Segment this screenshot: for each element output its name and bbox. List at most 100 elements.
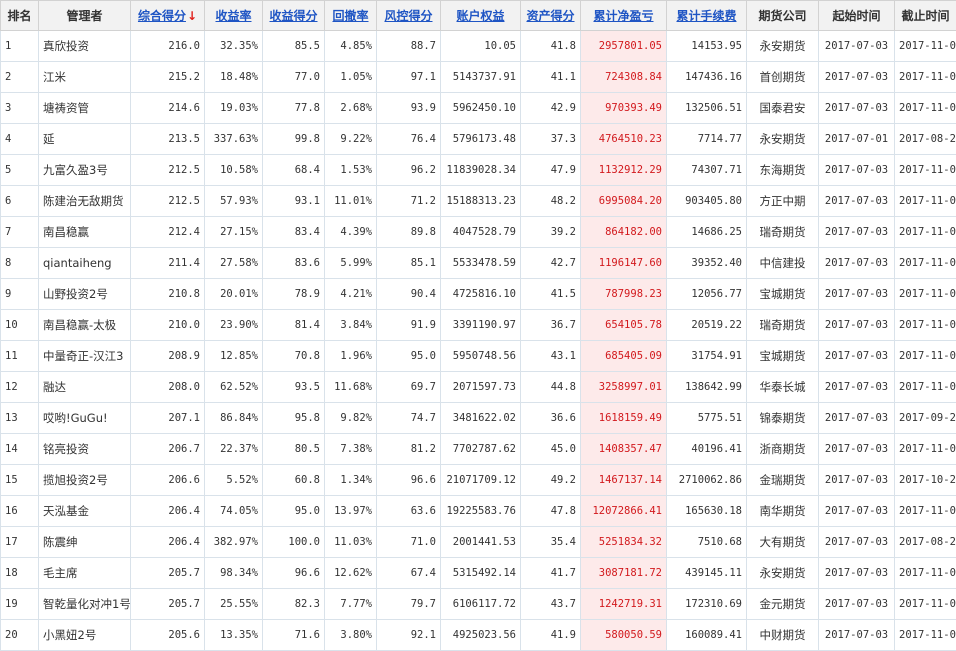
table-row: 4延213.5337.63%99.89.22%76.45796173.4837.… — [1, 124, 956, 155]
cell-manager[interactable]: 小黑妞2号 — [39, 620, 131, 651]
cell-rank: 7 — [1, 217, 39, 248]
cell-composite-score: 205.7 — [131, 558, 205, 589]
cell-fees: 14686.25 — [667, 217, 747, 248]
cell-manager[interactable]: 揽旭投资2号 — [39, 465, 131, 496]
cell-manager[interactable]: 天泓基金 — [39, 496, 131, 527]
cell-end-date: 2017-11-08 — [895, 496, 956, 527]
cell-drawdown: 1.53% — [325, 155, 377, 186]
cell-fees: 172310.69 — [667, 589, 747, 620]
cell-end-date: 2017-11-08 — [895, 558, 956, 589]
ranking-table-body: 1真欣投资216.032.35%85.54.85%88.710.0541.829… — [1, 31, 956, 651]
cell-drawdown: 3.84% — [325, 310, 377, 341]
table-row: 10南昌稳赢-太极210.023.90%81.43.84%91.93391190… — [1, 310, 956, 341]
sort-return-score[interactable]: 收益得分 — [263, 1, 325, 31]
cell-account-equity: 5533478.59 — [441, 248, 521, 279]
cell-manager[interactable]: 融达 — [39, 372, 131, 403]
cell-account-equity: 10.05 — [441, 31, 521, 62]
cell-manager[interactable]: 塘祷资管 — [39, 93, 131, 124]
cell-asset-score: 41.5 — [521, 279, 581, 310]
sort-fees[interactable]: 累计手续费 — [667, 1, 747, 31]
cell-risk-score: 89.8 — [377, 217, 441, 248]
cell-fees: 14153.95 — [667, 31, 747, 62]
col-header-end: 截止时间 — [895, 1, 956, 31]
cell-return-score: 100.0 — [263, 527, 325, 558]
cell-end-date: 2017-11-08 — [895, 341, 956, 372]
cell-manager[interactable]: 哎哟!GuGu! — [39, 403, 131, 434]
cell-fees: 5775.51 — [667, 403, 747, 434]
sort-asset-score[interactable]: 资产得分 — [521, 1, 581, 31]
cell-broker: 方正中期 — [747, 186, 819, 217]
sort-drawdown[interactable]: 回撤率 — [325, 1, 377, 31]
cell-manager[interactable]: 九富久盈3号 — [39, 155, 131, 186]
cell-account-equity: 4047528.79 — [441, 217, 521, 248]
cell-manager[interactable]: 毛主席 — [39, 558, 131, 589]
cell-net-profit: 580050.59 — [581, 620, 667, 651]
cell-start-date: 2017-07-03 — [819, 62, 895, 93]
table-row: 5九富久盈3号212.510.58%68.41.53%96.211839028.… — [1, 155, 956, 186]
table-row: 12融达208.062.52%93.511.68%69.72071597.734… — [1, 372, 956, 403]
cell-rank: 18 — [1, 558, 39, 589]
cell-rank: 17 — [1, 527, 39, 558]
cell-start-date: 2017-07-03 — [819, 589, 895, 620]
cell-rank: 13 — [1, 403, 39, 434]
cell-asset-score: 45.0 — [521, 434, 581, 465]
cell-account-equity: 3391190.97 — [441, 310, 521, 341]
cell-risk-score: 95.0 — [377, 341, 441, 372]
cell-manager[interactable]: 山野投资2号 — [39, 279, 131, 310]
sort-net-profit[interactable]: 累计净盈亏 — [581, 1, 667, 31]
cell-risk-score: 91.9 — [377, 310, 441, 341]
sort-account-equity[interactable]: 账户权益 — [441, 1, 521, 31]
cell-manager[interactable]: 延 — [39, 124, 131, 155]
cell-start-date: 2017-07-01 — [819, 124, 895, 155]
cell-net-profit: 654105.78 — [581, 310, 667, 341]
cell-manager[interactable]: 中量奇正-汉江3 — [39, 341, 131, 372]
cell-return-score: 78.9 — [263, 279, 325, 310]
cell-rank: 20 — [1, 620, 39, 651]
cell-manager[interactable]: 南昌稳赢-太极 — [39, 310, 131, 341]
cell-broker: 永安期货 — [747, 31, 819, 62]
cell-return-rate: 25.55% — [205, 589, 263, 620]
cell-rank: 15 — [1, 465, 39, 496]
cell-end-date: 2017-08-28 — [895, 124, 956, 155]
cell-net-profit: 1196147.60 — [581, 248, 667, 279]
cell-drawdown: 2.68% — [325, 93, 377, 124]
cell-manager[interactable]: 陈震绅 — [39, 527, 131, 558]
cell-account-equity: 4725816.10 — [441, 279, 521, 310]
cell-net-profit: 864182.00 — [581, 217, 667, 248]
cell-return-rate: 382.97% — [205, 527, 263, 558]
cell-risk-score: 81.2 — [377, 434, 441, 465]
cell-manager[interactable]: 智乾量化对冲1号 — [39, 589, 131, 620]
cell-composite-score: 213.5 — [131, 124, 205, 155]
cell-rank: 9 — [1, 279, 39, 310]
cell-manager[interactable]: 铭亮投资 — [39, 434, 131, 465]
cell-asset-score: 36.6 — [521, 403, 581, 434]
cell-return-score: 80.5 — [263, 434, 325, 465]
sort-return-rate[interactable]: 收益率 — [205, 1, 263, 31]
cell-manager[interactable]: 江米 — [39, 62, 131, 93]
cell-return-rate: 62.52% — [205, 372, 263, 403]
cell-return-score: 68.4 — [263, 155, 325, 186]
cell-return-score: 93.5 — [263, 372, 325, 403]
cell-broker: 东海期货 — [747, 155, 819, 186]
cell-composite-score: 206.4 — [131, 527, 205, 558]
cell-manager[interactable]: 南昌稳赢 — [39, 217, 131, 248]
cell-end-date: 2017-11-08 — [895, 589, 956, 620]
sort-risk-score[interactable]: 风控得分 — [377, 1, 441, 31]
cell-broker: 宝城期货 — [747, 341, 819, 372]
cell-manager[interactable]: 陈建治无敌期货 — [39, 186, 131, 217]
cell-broker: 金元期货 — [747, 589, 819, 620]
cell-manager[interactable]: qiantaiheng — [39, 248, 131, 279]
cell-broker: 瑞奇期货 — [747, 310, 819, 341]
sort-composite-score[interactable]: 综合得分↓ — [131, 1, 205, 31]
cell-start-date: 2017-07-03 — [819, 310, 895, 341]
cell-start-date: 2017-07-03 — [819, 403, 895, 434]
cell-broker: 国泰君安 — [747, 93, 819, 124]
cell-start-date: 2017-07-03 — [819, 248, 895, 279]
cell-manager[interactable]: 真欣投资 — [39, 31, 131, 62]
cell-drawdown: 4.21% — [325, 279, 377, 310]
cell-broker: 中财期货 — [747, 620, 819, 651]
cell-fees: 7510.68 — [667, 527, 747, 558]
cell-rank: 2 — [1, 62, 39, 93]
cell-risk-score: 67.4 — [377, 558, 441, 589]
cell-return-rate: 20.01% — [205, 279, 263, 310]
